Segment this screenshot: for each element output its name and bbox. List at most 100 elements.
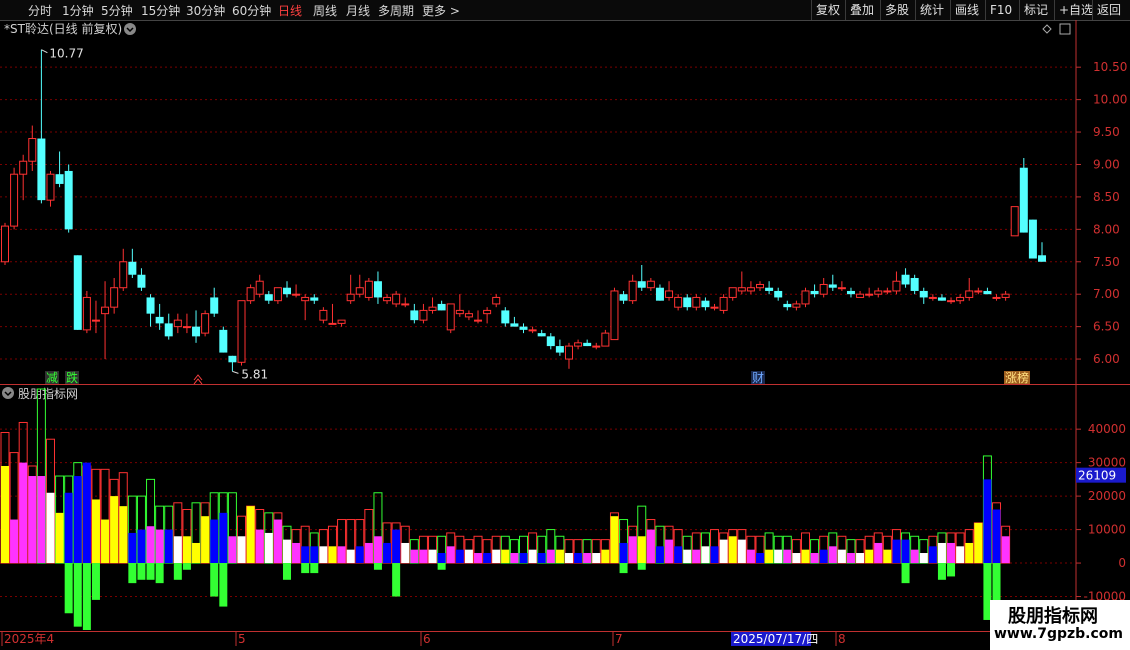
- candle-body: [619, 294, 628, 301]
- candle-body: [546, 336, 555, 347]
- indicator-fill-bar: [264, 532, 273, 564]
- indicator-fill-bar: [82, 462, 91, 564]
- candle-body: [510, 323, 519, 327]
- period-tab-8[interactable]: 月线: [346, 2, 370, 19]
- period-tab-2[interactable]: 5分钟: [101, 2, 133, 19]
- candle-body: [228, 355, 237, 363]
- candle-body: [73, 255, 82, 330]
- indicator-fill-bar: [555, 549, 564, 564]
- indicator-negative-bar: [619, 563, 628, 574]
- indicator-fill-bar: [101, 519, 110, 564]
- diamond-icon: [1042, 24, 1052, 34]
- candle-body: [655, 287, 664, 301]
- indicator-fill-bar: [373, 536, 382, 564]
- main-title: *ST聆达(日线 前复权): [4, 21, 122, 36]
- indicator-fill-bar: [583, 553, 592, 564]
- toolbar-button-4[interactable]: 画线: [950, 0, 983, 20]
- candle-body: [128, 261, 137, 275]
- indicator-fill-bar: [446, 546, 455, 564]
- indicator-fill-bar: [810, 553, 819, 564]
- candle-body: [583, 342, 592, 347]
- candle-body: [828, 284, 837, 288]
- indicator-fill-bar: [728, 536, 737, 564]
- candle-body: [328, 322, 337, 325]
- candle-body: [892, 280, 901, 292]
- indicator-fill-bar: [474, 553, 483, 564]
- candle-body: [928, 296, 937, 299]
- indicator-fill-bar: [364, 542, 373, 564]
- toolbar-button-7[interactable]: +自选: [1054, 0, 1097, 20]
- candle-body: [965, 290, 974, 298]
- indicator-fill-bar: [401, 542, 410, 564]
- indicator-fill-bar: [974, 522, 983, 564]
- indicator-fill-bar: [592, 553, 601, 564]
- period-tab-5[interactable]: 60分钟: [232, 2, 271, 19]
- indicator-negative-bar: [947, 563, 956, 577]
- date-axis-label: 5: [238, 632, 246, 646]
- candle-body: [1019, 167, 1028, 233]
- indicator-fill-bar: [355, 546, 364, 564]
- indicator-fill-bar: [883, 549, 892, 564]
- period-tab-4[interactable]: 30分钟: [186, 2, 225, 19]
- indicator-fill-bar: [64, 492, 73, 564]
- period-tab-0[interactable]: 分时: [28, 2, 52, 19]
- candle-body: [110, 287, 119, 308]
- date-axis-label: 6: [423, 632, 431, 646]
- indicator-fill-bar: [601, 549, 610, 564]
- indicator-fill-bar: [710, 546, 719, 564]
- candle-body: [874, 290, 883, 295]
- candle-body: [601, 332, 610, 347]
- indicator-fill-bar: [255, 529, 264, 564]
- indicator-fill-bar: [210, 519, 219, 564]
- indicator-fill-bar: [856, 553, 865, 564]
- indicator-fill-bar: [1001, 536, 1010, 564]
- indicator-fill-bar: [228, 536, 237, 564]
- candle-body: [446, 303, 455, 331]
- period-tab-3[interactable]: 15分钟: [141, 2, 180, 19]
- indicator-fill-bar: [519, 553, 528, 564]
- indicator-fill-bar: [765, 549, 774, 564]
- toolbar-button-5[interactable]: F10: [985, 0, 1016, 20]
- toolbar-button-8[interactable]: 返回: [1092, 0, 1125, 20]
- indicator-fill-bar: [637, 536, 646, 564]
- toolbar-button-6[interactable]: 标记: [1019, 0, 1052, 20]
- indicator-fill-bar: [19, 462, 28, 564]
- candle-body: [901, 274, 910, 285]
- indicator-negative-bar: [937, 563, 946, 580]
- indicator-fill-bar: [192, 542, 201, 564]
- indicator-fill-bar: [119, 506, 128, 564]
- indicator-negative-bar: [82, 563, 91, 630]
- period-tab-7[interactable]: 周线: [313, 2, 337, 19]
- toolbar-button-2[interactable]: 多股: [880, 0, 913, 20]
- indicator-negative-bar: [901, 563, 910, 584]
- candle-body: [355, 287, 364, 295]
- indicator-fill-bar: [619, 542, 628, 564]
- toolbar-button-3[interactable]: 统计: [915, 0, 948, 20]
- period-tab-1[interactable]: 1分钟: [62, 2, 94, 19]
- indicator-fill-bar: [246, 506, 255, 564]
- toolbar-button-0[interactable]: 复权: [811, 0, 844, 20]
- period-tab-10[interactable]: 更多 >: [422, 2, 460, 19]
- indicator-fill-bar: [392, 529, 401, 564]
- candle-body: [219, 329, 228, 353]
- candle-body: [410, 310, 419, 321]
- indicator-fill-bar: [483, 553, 492, 564]
- indicator-fill-bar: [665, 539, 674, 564]
- indicator-fill-bar: [182, 536, 191, 564]
- indicator-fill-bar: [901, 539, 910, 564]
- candle-body: [282, 287, 291, 295]
- indicator-fill-bar: [273, 519, 282, 564]
- price-tick-label: 9.50: [1093, 125, 1120, 139]
- candle-body: [164, 323, 173, 337]
- volume-tick-label: 40000: [1088, 422, 1126, 436]
- candle-body: [710, 306, 719, 309]
- indicator-fill-bar: [919, 553, 928, 564]
- period-tab-6[interactable]: 日线: [278, 2, 302, 19]
- indicator-fill-bar: [110, 496, 119, 564]
- candle-body: [519, 326, 528, 330]
- indicator-fill-bar: [55, 512, 64, 564]
- period-tab-9[interactable]: 多周期: [378, 2, 414, 19]
- toolbar-button-1[interactable]: 叠加: [845, 0, 878, 20]
- candle-body: [91, 319, 100, 322]
- candle-body: [974, 290, 983, 293]
